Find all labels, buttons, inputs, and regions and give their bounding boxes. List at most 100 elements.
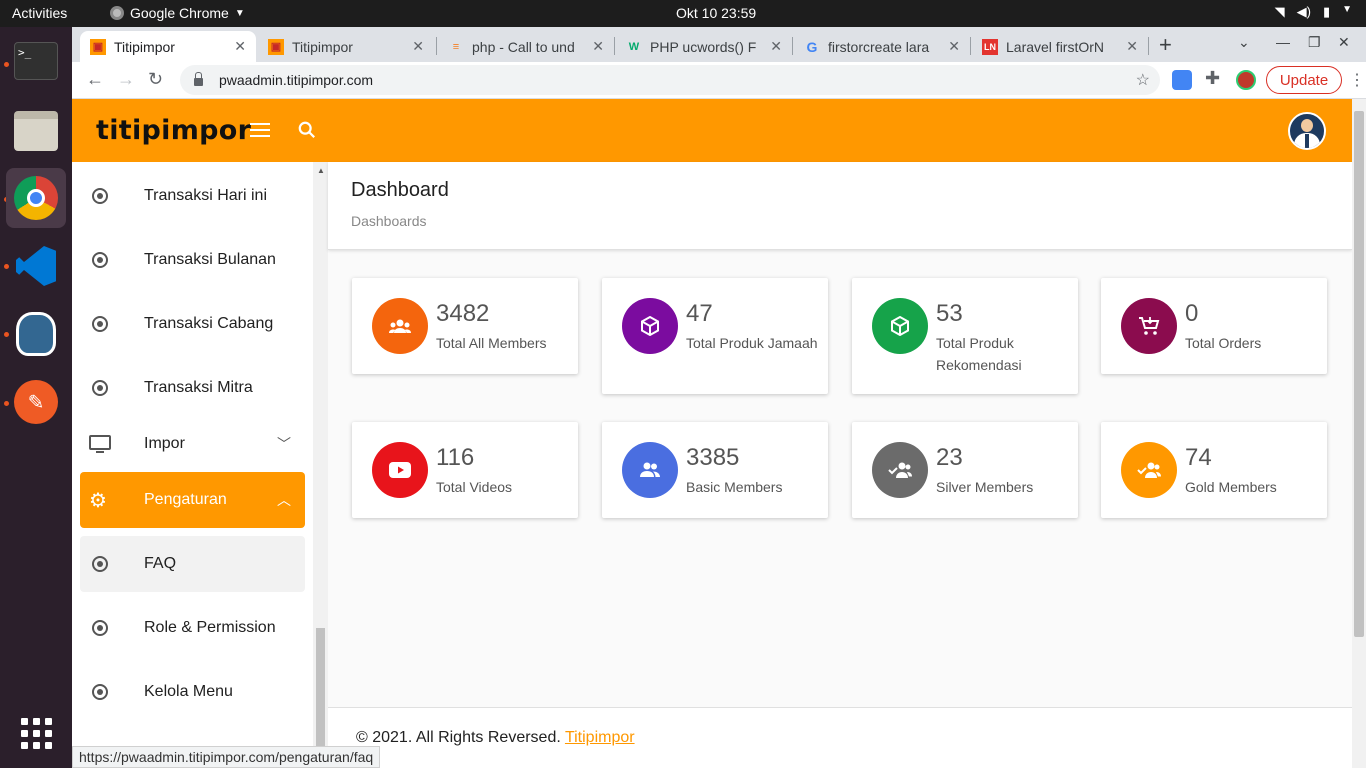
close-icon[interactable]: ✕ <box>592 38 604 55</box>
sidebar-item-transaksi-hari-ini[interactable]: Transaksi Hari ini <box>80 168 305 224</box>
stat-card-silver-members[interactable]: 23 Silver Members <box>852 422 1078 518</box>
people-icon <box>622 442 678 498</box>
sidebar-item-label: Transaksi Mitra <box>144 379 253 396</box>
tab-title: php - Call to und <box>472 38 575 55</box>
app-name: Google Chrome <box>130 5 229 21</box>
tab-titipimpor[interactable]: ▣ Titipimpor ✕ <box>258 31 434 62</box>
tab-stackoverflow[interactable]: ≡ php - Call to und ✕ <box>438 31 614 62</box>
footer-link[interactable]: Titipimpor <box>565 729 635 746</box>
sidebar-item-label: Pengaturan <box>144 491 227 508</box>
sidebar: Transaksi Hari ini Transaksi Bulanan Tra… <box>72 162 313 746</box>
group-icon <box>372 298 428 354</box>
sidebar-item-kelola-menu[interactable]: Kelola Menu <box>80 664 305 720</box>
search-icon[interactable] <box>298 121 316 139</box>
sidebar-item-role-permission[interactable]: Role & Permission <box>80 600 305 656</box>
stat-card-total-produk-rekomendasi[interactable]: 53 Total Produk Rekomendasi <box>852 278 1078 394</box>
w3schools-favicon: W <box>628 40 640 53</box>
new-tab-button[interactable]: + <box>1159 32 1172 58</box>
titipimpor-logo[interactable]: titipimpor <box>96 115 251 146</box>
tab-w3schools[interactable]: W PHP ucwords() F ✕ <box>616 31 792 62</box>
tab-search-icon[interactable]: ⌄ <box>1238 34 1250 51</box>
stat-value: 0 <box>1185 300 1199 327</box>
sidebar-item-transaksi-mitra[interactable]: Transaksi Mitra <box>80 360 305 416</box>
sidebar-item-label: FAQ <box>144 555 177 572</box>
lock-icon[interactable] <box>194 72 203 86</box>
forward-icon[interactable]: → <box>117 69 135 90</box>
url-text: pwaadmin.titipimpor.com <box>219 72 374 88</box>
translate-extension-icon[interactable] <box>1172 70 1192 90</box>
menu-toggle-icon[interactable] <box>250 123 270 141</box>
more-menu-icon[interactable]: ⋮ <box>1349 70 1365 90</box>
tab-strip: ▣ Titipimpor ✕ ▣ Titipimpor ✕ ≡ php - Ca… <box>72 27 1366 62</box>
chrome-icon <box>14 176 58 220</box>
close-icon[interactable]: ✕ <box>412 38 424 55</box>
stat-label: Basic Members <box>686 479 783 495</box>
close-icon[interactable]: ✕ <box>1126 38 1138 55</box>
activities-button[interactable]: Activities <box>12 5 67 21</box>
tab-google[interactable]: G firstorcreate lara ✕ <box>794 31 970 62</box>
minimize-icon[interactable]: — <box>1276 34 1290 50</box>
user-avatar[interactable] <box>1288 112 1326 150</box>
profile-avatar[interactable] <box>1236 70 1256 90</box>
stat-card-total-videos[interactable]: 116 Total Videos <box>352 422 578 518</box>
stat-label: Silver Members <box>936 479 1034 495</box>
sidebar-item-impor[interactable]: Impor ﹀ <box>80 416 305 472</box>
maximize-icon[interactable]: ❐ <box>1308 34 1321 51</box>
app-menu[interactable]: Google Chrome ▼ <box>110 5 245 21</box>
group-check-icon <box>872 442 928 498</box>
sidebar-item-faq[interactable]: FAQ <box>80 536 305 592</box>
scroll-up-arrow-icon[interactable]: ▲ <box>317 166 325 175</box>
update-button[interactable]: Update <box>1266 66 1342 94</box>
show-apps-button[interactable] <box>6 703 66 763</box>
volume-icon: ◀) <box>1296 4 1311 19</box>
page-scrollbar[interactable] <box>1352 99 1366 768</box>
sidebar-scroll-thumb[interactable] <box>316 628 325 746</box>
sidebar-item-pengaturan[interactable]: ⚙ Pengaturan ︿ <box>80 472 305 528</box>
close-icon[interactable]: ✕ <box>234 38 246 55</box>
sidebar-item-transaksi-bulanan[interactable]: Transaksi Bulanan <box>80 232 305 288</box>
dock-chrome[interactable] <box>6 168 66 228</box>
stat-value: 23 <box>936 444 963 471</box>
titipimpor-favicon: ▣ <box>268 38 284 55</box>
stat-card-gold-members[interactable]: 74 Gold Members <box>1101 422 1327 518</box>
monitor-icon <box>89 435 111 453</box>
sidebar-scrollbar[interactable]: ▲ <box>313 162 328 746</box>
system-tray[interactable]: ◥ ◀) ▮ ▼ <box>1275 4 1352 20</box>
page-scroll-thumb[interactable] <box>1354 111 1364 637</box>
close-icon[interactable]: ✕ <box>948 38 960 55</box>
titipimpor-favicon: ▣ <box>90 38 106 55</box>
sidebar-item-label: Transaksi Hari ini <box>144 187 267 204</box>
radio-icon <box>92 252 108 268</box>
dock-terminal[interactable]: >_ <box>6 31 66 91</box>
stat-card-total-all-members[interactable]: 3482 Total All Members <box>352 278 578 374</box>
stat-card-total-produk-jamaah[interactable]: 47 Total Produk Jamaah <box>602 278 828 394</box>
radio-icon <box>92 620 108 636</box>
gear-icon: ⚙ <box>89 489 107 512</box>
radio-icon <box>92 316 108 332</box>
vscode-icon <box>16 246 56 286</box>
address-bar[interactable]: pwaadmin.titipimpor.com ☆ <box>180 65 1160 95</box>
tab-laravel-news[interactable]: LN Laravel firstOrN ✕ <box>972 31 1148 62</box>
tab-titipimpor-active[interactable]: ▣ Titipimpor ✕ <box>80 31 256 62</box>
stat-card-total-orders[interactable]: 0 Total Orders <box>1101 278 1327 374</box>
close-icon[interactable]: ✕ <box>770 38 782 55</box>
reload-icon[interactable]: ↻ <box>148 69 163 90</box>
dock-postman[interactable]: ✎ <box>6 372 66 432</box>
stat-label: Total Orders <box>1185 335 1262 351</box>
window-close-icon[interactable]: ✕ <box>1338 34 1350 51</box>
stat-value: 53 <box>936 300 963 327</box>
dock-postgres[interactable] <box>6 304 66 364</box>
stat-card-basic-members[interactable]: 3385 Basic Members <box>602 422 828 518</box>
breadcrumb[interactable]: Dashboards <box>351 213 427 229</box>
sidebar-item-label: Role & Permission <box>144 619 276 636</box>
copyright-text: © 2021. All Rights Reversed. <box>356 729 561 746</box>
dock-files[interactable] <box>6 101 66 161</box>
stat-label: Total Videos <box>436 479 513 495</box>
clock[interactable]: Okt 10 23:59 <box>676 5 756 21</box>
tab-separator <box>614 37 615 55</box>
back-icon[interactable]: ← <box>86 69 104 90</box>
sidebar-item-transaksi-cabang[interactable]: Transaksi Cabang <box>80 296 305 352</box>
bookmark-star-icon[interactable]: ☆ <box>1136 70 1150 90</box>
extensions-puzzle-icon[interactable]: ✚ <box>1205 68 1225 88</box>
dock-vscode[interactable] <box>6 236 66 296</box>
